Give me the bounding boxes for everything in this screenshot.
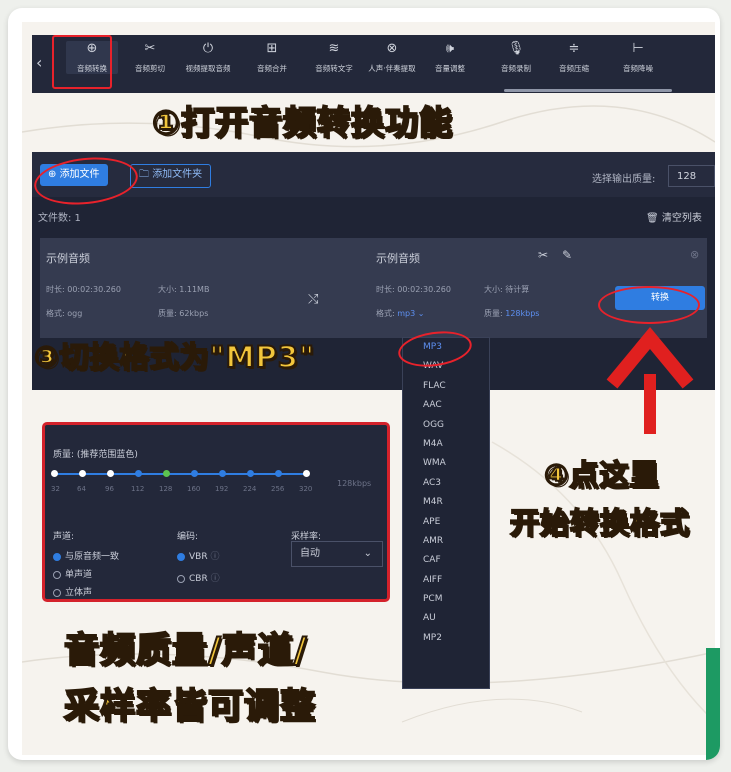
clear-list-button[interactable]: 🗑 清空列表	[646, 209, 702, 224]
target-duration: 时长: 00:02:30.260	[376, 285, 451, 294]
remove-icon[interactable]: ⊗	[690, 248, 699, 261]
accent-stripe	[706, 648, 720, 760]
output-quality-input[interactable]: 128	[668, 165, 715, 187]
format-option-wma[interactable]: WMA	[403, 454, 489, 473]
format-option-ape[interactable]: APE	[403, 513, 489, 532]
format-option-aiff[interactable]: AIFF	[403, 571, 489, 590]
highlight-box-convert	[52, 35, 112, 89]
toolbar-item-audio-cut[interactable]: ✂ 音频剪切	[124, 41, 176, 74]
add-folder-button[interactable]: 🗀 添加文件夹	[130, 164, 212, 188]
red-arrow-icon	[606, 327, 694, 434]
codec-label: 编码:	[177, 532, 199, 542]
scissors-icon: ✂	[144, 41, 156, 56]
source-duration: 时长: 00:02:30.260	[46, 285, 121, 294]
target-size: 大小: 待计算	[484, 285, 530, 294]
chevron-down-icon: ⌄	[417, 309, 425, 318]
caption-step1: ①打开音频转换功能	[151, 102, 453, 143]
channel-option-mono[interactable]: 单声道	[53, 567, 92, 580]
target-file-name: 示例音频	[376, 252, 420, 265]
codec-option-cbr[interactable]: CBR ⓘ	[177, 571, 220, 584]
toolbar-item-extract-audio[interactable]: ⏻ 视频提取音频	[182, 41, 234, 74]
quality-slider[interactable]	[51, 470, 310, 477]
format-option-ac3[interactable]: AC3	[403, 474, 489, 493]
microphone-icon: 🎙	[507, 41, 525, 56]
trash-icon: 🗑	[646, 213, 659, 224]
denoise-icon: ⊢	[632, 41, 644, 56]
info-icon: ⓘ	[210, 552, 220, 562]
target-format-select[interactable]: 格式: mp3 ⌄	[376, 308, 424, 319]
edit-icon[interactable]: ✎	[562, 248, 572, 262]
format-option-m4a[interactable]: M4A	[403, 435, 489, 454]
format-option-mp2[interactable]: MP2	[403, 629, 489, 648]
channel-option-stereo[interactable]: 立体声	[53, 585, 92, 598]
source-quality: 质量: 62kbps	[158, 309, 209, 318]
format-option-au[interactable]: AU	[403, 609, 489, 628]
vocal-icon: ⊗	[386, 41, 398, 56]
slider-handle[interactable]	[163, 470, 170, 477]
caption-step4-line2: 开始转换格式	[509, 505, 691, 541]
chevron-down-icon: ⌄	[363, 548, 372, 559]
source-size: 大小: 1.11MB	[158, 285, 210, 294]
swap-icon: ⤭	[308, 292, 319, 307]
chevron-left-icon[interactable]: ‹	[36, 53, 42, 72]
caption-bottom-line1: 音频质量/声道/	[63, 630, 308, 672]
toolbar-item-denoise[interactable]: ⊢ 音频降噪	[612, 41, 664, 74]
quality-label: 质量: (推荐范围蓝色)	[53, 450, 138, 460]
toolbar-scrollbar[interactable]	[504, 89, 672, 92]
toolbar-item-vocal-extract[interactable]: ⊗ 人声·伴奏提取	[366, 41, 418, 74]
caption-step4-line1: ④点这里	[543, 457, 660, 493]
text-icon: ≋	[328, 41, 340, 56]
source-file-name: 示例音频	[46, 252, 90, 265]
extract-icon: ⏻	[202, 41, 214, 56]
codec-option-vbr[interactable]: VBR ⓘ	[177, 549, 219, 562]
source-format: 格式: ogg	[46, 309, 83, 318]
channel-label: 声道:	[53, 532, 75, 542]
tutorial-canvas: ‹ ⊕ 音频转换 ✂ 音频剪切 ⏻ 视频提取音频 ⊞ 音频合并 ≋ 音频转文字	[22, 22, 715, 755]
volume-icon: 🕪	[445, 41, 455, 56]
merge-icon: ⊞	[266, 41, 278, 56]
file-count: 文件数: 1	[38, 213, 81, 224]
caption-step3: ③切换格式为"MP3"	[33, 339, 316, 375]
toolbar-item-volume[interactable]: 🕪 音量调整	[424, 41, 476, 74]
format-option-flac[interactable]: FLAC	[403, 377, 489, 396]
top-toolbar: ‹ ⊕ 音频转换 ✂ 音频剪切 ⏻ 视频提取音频 ⊞ 音频合并 ≋ 音频转文字	[32, 35, 715, 93]
quality-value: 128kbps	[337, 479, 372, 488]
format-option-caf[interactable]: CAF	[403, 551, 489, 570]
format-option-ogg[interactable]: OGG	[403, 416, 489, 435]
target-quality: 质量: 128kbps	[484, 309, 540, 318]
toolbar-item-speech-to-text[interactable]: ≋ 音频转文字	[308, 41, 360, 74]
info-icon: ⓘ	[210, 574, 220, 584]
output-quality-label: 选择输出质量:	[592, 174, 656, 185]
file-row: 示例音频 时长: 00:02:30.260 大小: 1.11MB 格式: ogg…	[40, 238, 707, 338]
toolbar-item-compress[interactable]: ≑ 音频压缩	[548, 41, 600, 74]
caption-bottom-line2: 采样率皆可调整	[63, 686, 317, 728]
format-dropdown: MP3 WAV FLAC AAC OGG M4A WMA AC3 M4R APE AMR CAF AIF…	[402, 337, 490, 689]
format-option-pcm[interactable]: PCM	[403, 590, 489, 609]
channel-option-original[interactable]: 与原音频一致	[53, 549, 119, 562]
format-option-aac[interactable]: AAC	[403, 396, 489, 415]
highlight-ellipse-convert	[598, 286, 700, 324]
toolbar-item-record[interactable]: 🎙 音频录制	[490, 41, 542, 74]
format-option-amr[interactable]: AMR	[403, 532, 489, 551]
samplerate-select[interactable]: 自动 ⌄	[291, 541, 383, 567]
audio-settings-panel: 质量: (推荐范围蓝色) 32 64 96 112 128 160 192 22…	[42, 422, 390, 602]
format-option-m4r[interactable]: M4R	[403, 493, 489, 512]
toolbar-item-audio-merge[interactable]: ⊞ 音频合并	[246, 41, 298, 74]
image-card: ‹ ⊕ 音频转换 ✂ 音频剪切 ⏻ 视频提取音频 ⊞ 音频合并 ≋ 音频转文字	[8, 8, 720, 760]
compress-icon: ≑	[568, 41, 580, 56]
cut-icon[interactable]: ✂	[538, 248, 548, 262]
